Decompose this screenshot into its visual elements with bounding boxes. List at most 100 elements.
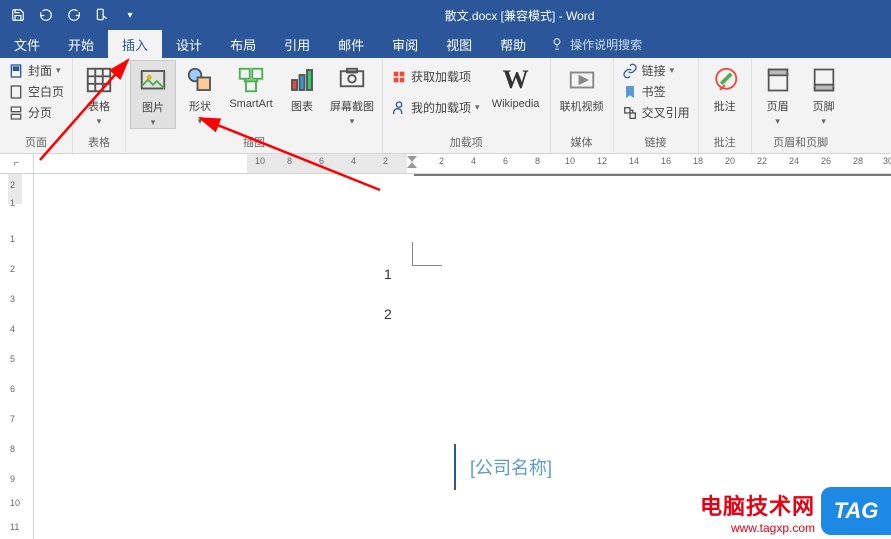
footer-text: [公司名称] [470, 458, 552, 478]
title-bar: ▾ 散文.docx [兼容模式] - Word [0, 0, 891, 30]
vruler-tick: 5 [10, 354, 15, 364]
video-icon [566, 64, 598, 96]
ruler-tick: 2 [439, 156, 444, 166]
wikipedia-icon: W [500, 64, 532, 96]
tell-me-search[interactable]: 操作说明搜索 [540, 30, 652, 58]
tab-insert[interactable]: 插入 [108, 30, 162, 58]
save-icon[interactable] [6, 3, 30, 27]
document-workspace: 2 1 1 2 3 4 5 6 7 8 9 10 11 1 2 [公司名称] [0, 174, 891, 539]
footer-icon [808, 64, 840, 96]
ruler-tick: 6 [503, 156, 508, 166]
smartart-icon [235, 64, 267, 96]
table-button[interactable]: 表格 ▾ [77, 60, 121, 127]
tab-review[interactable]: 审阅 [378, 30, 432, 58]
cover-page-button[interactable]: 封面▾ [4, 60, 68, 81]
tab-references[interactable]: 引用 [270, 30, 324, 58]
watermark: 电脑技术网 www.tagxp.com [700, 489, 815, 535]
wikipedia-label: Wikipedia [492, 98, 540, 110]
document-area[interactable]: 1 2 [公司名称] [34, 174, 891, 539]
ruler-tick: 16 [661, 156, 671, 166]
tab-view[interactable]: 视图 [432, 30, 486, 58]
get-addins-button[interactable]: 获取加载项 [387, 66, 484, 87]
quick-access-toolbar: ▾ [0, 3, 148, 27]
my-addins-label: 我的加载项 [411, 99, 471, 116]
cross-reference-button[interactable]: 交叉引用 [618, 102, 694, 123]
ruler-tick: 20 [725, 156, 735, 166]
vruler-tick: 8 [10, 444, 15, 454]
ruler-tick: 2 [383, 156, 388, 166]
chart-label: 图表 [291, 98, 313, 114]
tab-file[interactable]: 文件 [0, 30, 54, 58]
tab-mailings[interactable]: 邮件 [324, 30, 378, 58]
footer-label: 页脚 [813, 98, 835, 114]
qat-customize-icon[interactable]: ▾ [118, 3, 142, 27]
screenshot-icon [336, 64, 368, 96]
vruler-tick: 2 [10, 264, 15, 274]
wikipedia-button[interactable]: W Wikipedia [486, 60, 546, 110]
smartart-button[interactable]: SmartArt [224, 60, 278, 110]
chevron-down-icon: ▾ [198, 116, 203, 127]
tab-design[interactable]: 设计 [162, 30, 216, 58]
tag-badge-text: TAG [834, 498, 879, 524]
chart-icon [286, 64, 318, 96]
group-tables: 表格 ▾ 表格 [73, 58, 126, 153]
undo-icon[interactable] [34, 3, 58, 27]
group-comments-label: 批注 [703, 132, 747, 153]
tab-layout[interactable]: 布局 [216, 30, 270, 58]
ruler-tick: 6 [319, 156, 324, 166]
footer-button[interactable]: 页脚 ▾ [802, 60, 846, 127]
footer-placeholder[interactable]: [公司名称] [454, 444, 854, 490]
group-comments: 批注 批注 [699, 58, 752, 153]
vruler-tick: 3 [10, 294, 15, 304]
tab-help[interactable]: 帮助 [486, 30, 540, 58]
chevron-down-icon: ▾ [775, 116, 780, 127]
watermark-title: 电脑技术网 [700, 489, 815, 521]
ruler-tick: 12 [597, 156, 607, 166]
vruler-tick: 7 [10, 414, 15, 424]
vertical-ruler[interactable]: 2 1 1 2 3 4 5 6 7 8 9 10 11 [0, 174, 34, 539]
picture-button[interactable]: 图片 ▾ [130, 60, 176, 129]
online-video-button[interactable]: 联机视频 [555, 60, 609, 114]
my-addins-button[interactable]: 我的加载项 ▾ [387, 97, 484, 118]
link-button[interactable]: 链接 ▾ [618, 60, 694, 81]
ribbon: 封面▾ 空白页 分页 页面 表格 ▾ [0, 58, 891, 154]
ruler-tick: 18 [693, 156, 703, 166]
ruler-corner: ⌐ [0, 154, 34, 173]
horizontal-ruler[interactable]: ⌐ 10 8 6 4 2 2 4 6 8 10 12 14 16 18 20 2… [0, 154, 891, 174]
get-addins-label: 获取加载项 [411, 68, 471, 85]
chevron-down-icon: ▾ [97, 116, 102, 127]
bookmark-label: 书签 [642, 83, 666, 100]
shapes-button[interactable]: 形状 ▾ [178, 60, 222, 127]
redo-icon[interactable] [62, 3, 86, 27]
header-button[interactable]: 页眉 ▾ [756, 60, 800, 127]
text-cursor-marker [412, 242, 442, 266]
shapes-icon [184, 64, 216, 96]
blank-page-button[interactable]: 空白页 [4, 81, 68, 102]
ruler-tick: 26 [821, 156, 831, 166]
group-headerfooter: 页眉 ▾ 页脚 ▾ 页眉和页脚 [752, 58, 850, 153]
tell-me-label: 操作说明搜索 [570, 36, 642, 53]
screenshot-button[interactable]: 屏幕截图 ▾ [326, 60, 378, 127]
header-label: 页眉 [767, 98, 789, 114]
ruler-tick: 4 [471, 156, 476, 166]
group-tables-label: 表格 [77, 132, 121, 153]
ruler-tick: 24 [789, 156, 799, 166]
doc-text-line: 1 [384, 266, 392, 282]
page-break-button[interactable]: 分页 [4, 102, 68, 123]
ruler-tick: 8 [287, 156, 292, 166]
group-pages: 封面▾ 空白页 分页 页面 [0, 58, 73, 153]
ruler-tick: 4 [351, 156, 356, 166]
chevron-down-icon: ▾ [151, 117, 156, 128]
table-label: 表格 [88, 98, 110, 114]
indent-marker-icon[interactable] [405, 152, 419, 172]
group-illustrations-label: 插图 [130, 132, 378, 153]
bookmark-button[interactable]: 书签 [618, 81, 694, 102]
tab-home[interactable]: 开始 [54, 30, 108, 58]
group-links-label: 链接 [618, 132, 694, 153]
chart-button[interactable]: 图表 [280, 60, 324, 114]
vruler-tick: 11 [10, 522, 19, 532]
touch-mode-icon[interactable] [90, 3, 114, 27]
comment-button[interactable]: 批注 [703, 60, 747, 114]
group-headerfooter-label: 页眉和页脚 [756, 132, 846, 153]
blank-page-label: 空白页 [28, 83, 64, 100]
